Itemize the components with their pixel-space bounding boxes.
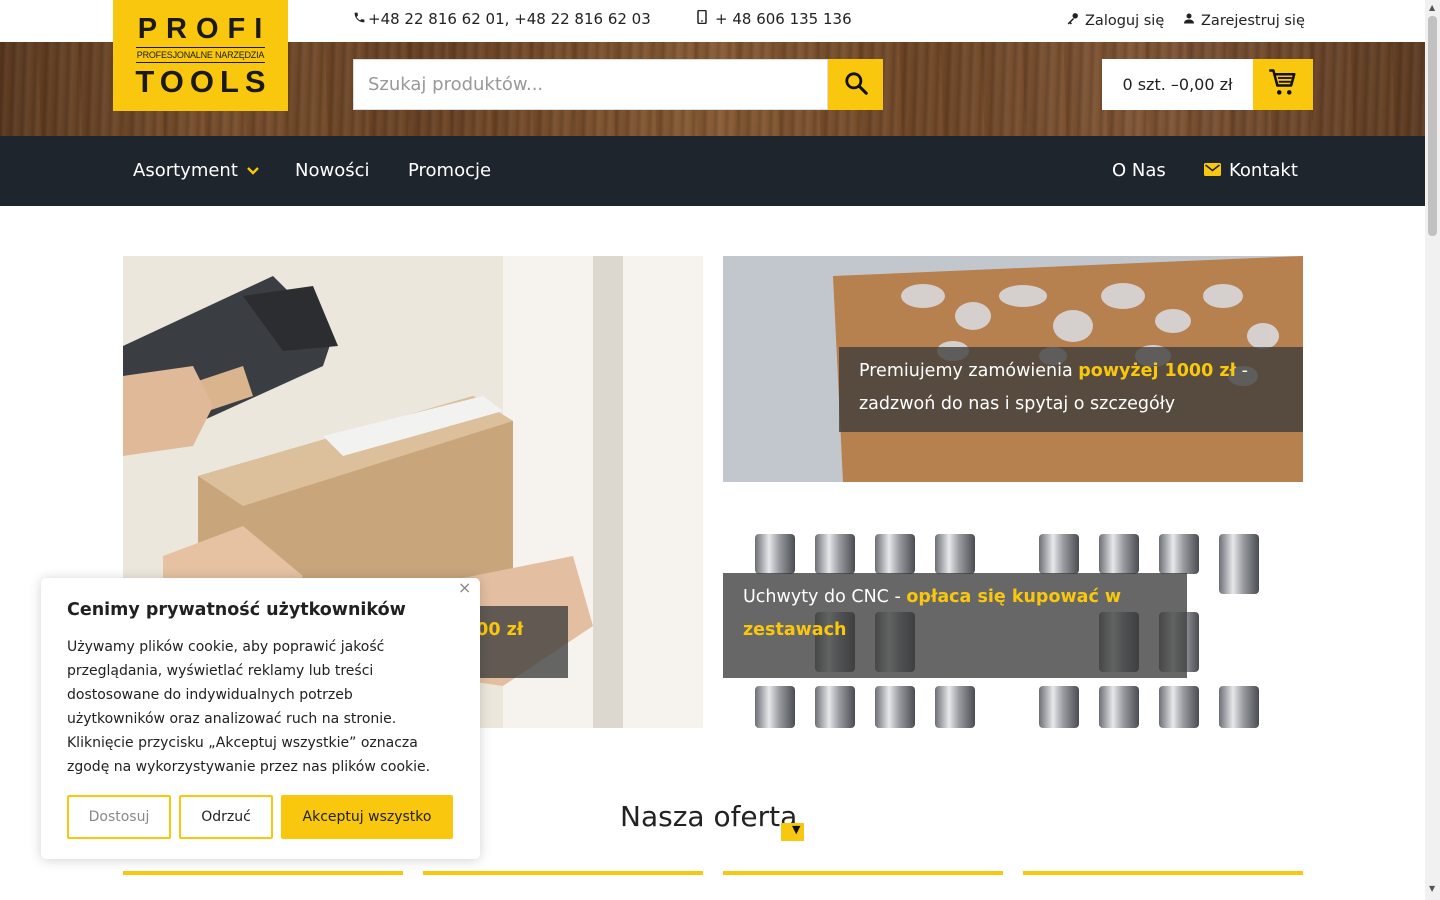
register-label: Zarejestruj się [1201,12,1305,29]
nav-about-label: O Nas [1112,160,1166,181]
nav-promo-label: Promocje [408,160,492,181]
nav-item-promo[interactable]: Promocje [408,160,491,181]
nav-assortment-label: Asortyment [133,160,238,181]
cookie-consent-dialog: × Cenimy prywatność użytkowników Używamy… [41,578,480,859]
nav-item-contact[interactable]: Kontakt [1204,160,1298,181]
close-icon[interactable]: × [458,578,471,597]
login-link[interactable]: Zaloguj się [1066,12,1164,29]
key-icon [1066,12,1079,29]
phone-landline-text: +48 22 816 62 01, +48 22 816 62 03 [368,10,651,28]
offer-card[interactable] [123,871,403,900]
offer-card[interactable] [1023,871,1303,900]
offer-card[interactable] [423,871,703,900]
banner-premium-highlight: powyżej 1000 zł [1078,361,1237,381]
banner-cnc-caption: Uchwyty do CNC - opłaca się kupować w ze… [723,573,1187,678]
banner-premium-text-pre: Premiujemy zamówienia [859,361,1079,381]
search-icon [843,70,869,100]
phone-mobile-text: + 48 606 135 136 [715,10,852,28]
user-icon [1183,12,1195,29]
search-input[interactable]: Szukaj produktów... [353,59,828,110]
logo-line-tools: TOOLS [135,64,272,99]
offer-title-arrow-icon: ▼ [792,823,801,836]
cart-summary[interactable]: 0 szt. –0,00 zł [1102,59,1253,110]
register-link[interactable]: Zarejestruj się [1183,12,1305,29]
offer-section-title: Nasza oferta [620,800,798,833]
nav-item-assortment[interactable]: Asortyment [133,160,260,181]
banner-cnc-text-pre: Uchwyty do CNC - [743,587,907,607]
logo-tagline: PROFESJONALNE NARZĘDZIA [135,47,266,63]
search-placeholder: Szukaj produktów... [368,74,544,95]
cookie-customize-button[interactable]: Dostosuj [67,795,171,839]
banner-premium-caption: Premiujemy zamówienia powyżej 1000 zł - … [839,347,1303,432]
cart-summary-text: 0 szt. –0,00 zł [1122,75,1233,94]
logo-line-profi: PROFI [137,13,272,45]
nav-item-about[interactable]: O Nas [1112,160,1166,181]
chevron-down-icon [246,160,260,181]
nav-contact-label: Kontakt [1229,160,1298,181]
main-nav: Asortyment Nowości Promocje O Nas Kontak… [0,136,1425,206]
cart-icon [1268,68,1298,102]
cookie-reject-button[interactable]: Odrzuć [179,795,273,839]
scroll-down-arrow-icon[interactable]: ▼ [1429,884,1435,893]
mail-icon [1204,160,1221,181]
phone-mobile[interactable]: + 48 606 135 136 [697,9,852,28]
nav-item-new[interactable]: Nowości [295,160,370,181]
search-button[interactable] [828,59,883,110]
offer-card[interactable] [723,871,1003,900]
site-logo[interactable]: PROFI PROFESJONALNE NARZĘDZIA TOOLS [113,0,288,111]
cart-button[interactable] [1253,59,1313,110]
page-scrollbar[interactable]: ▲ ▼ [1425,0,1440,900]
scrollbar-thumb[interactable] [1428,16,1437,236]
mobile-icon [697,9,707,28]
cookie-title: Cenimy prywatność użytkowników [67,600,406,620]
nav-new-label: Nowości [295,160,370,181]
phone-icon [353,10,366,28]
phone-landline[interactable]: +48 22 816 62 01, +48 22 816 62 03 [353,10,651,28]
cookie-accept-button[interactable]: Akceptuj wszystko [281,795,453,839]
scroll-up-arrow-icon[interactable]: ▲ [1429,3,1435,12]
cookie-description: Używamy plików cookie, aby poprawić jako… [67,639,431,775]
login-label: Zaloguj się [1085,12,1165,29]
